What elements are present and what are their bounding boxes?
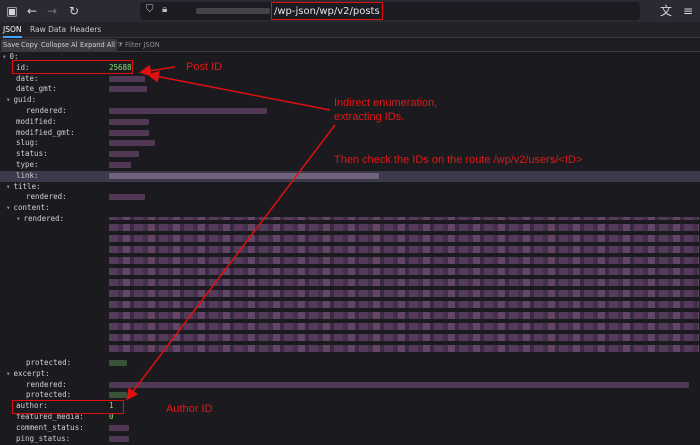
indirect-enumeration-label: Indirect enumeration,: [334, 97, 438, 109]
tree-row-content[interactable]: ▾ content:: [0, 203, 700, 214]
author-id-highlight-box: [12, 400, 124, 414]
collapse-all-button[interactable]: Collapse All: [39, 39, 82, 51]
post-id-highlight-box: [12, 60, 133, 74]
browser-toolbar: ▣ ← → ↻ ⛉ 🔒︎ /wp-json/wp/v2/posts 文 ≡: [0, 0, 700, 22]
key-title: title:: [13, 181, 41, 191]
sidebar-icon[interactable]: ▣: [4, 3, 20, 19]
key-rendered: rendered:: [26, 192, 67, 202]
key-rendered: rendered:: [23, 214, 65, 223]
key-ping-status: ping_status:: [16, 433, 71, 443]
tree-row-title[interactable]: ▾ title:: [0, 182, 700, 193]
redacted-value: [109, 129, 149, 136]
redacted-value: [109, 118, 149, 125]
tab-raw-data[interactable]: Raw Data: [30, 22, 66, 38]
translate-icon[interactable]: 文: [658, 3, 674, 19]
shield-icon[interactable]: ⛉: [146, 4, 154, 15]
key-excerpt: excerpt:: [13, 368, 50, 378]
key-type: type:: [16, 160, 39, 169]
expand-toggle-icon[interactable]: ▾: [6, 203, 11, 212]
redacted-content-block: [109, 217, 699, 352]
copy-button[interactable]: Copy: [19, 39, 40, 51]
expand-all-button[interactable]: Expand All: [78, 39, 117, 51]
filter-placeholder: Filter JSON: [124, 41, 160, 49]
expand-toggle-icon[interactable]: ▾: [16, 214, 21, 223]
key-comment-status: comment_status:: [16, 422, 84, 432]
post-id-label: Post ID: [186, 61, 223, 73]
tab-headers[interactable]: Headers: [70, 22, 101, 38]
expand-toggle-icon[interactable]: ▾: [6, 182, 11, 191]
tree-row-protected[interactable]: protected:: [0, 358, 700, 369]
key-rendered: rendered:: [26, 379, 67, 389]
redacted-value: [109, 424, 129, 431]
redacted-value: [109, 108, 267, 114]
key-rendered: rendered:: [26, 106, 67, 115]
tree-row-title-rendered[interactable]: rendered:: [0, 192, 700, 203]
key-content: content:: [13, 203, 50, 213]
tree-row-excerpt[interactable]: ▾ excerpt:: [0, 369, 700, 380]
tree-row-link[interactable]: link:: [0, 170, 700, 182]
redacted-value: [109, 162, 131, 168]
filter-input[interactable]: ⧩ Filter JSON: [117, 39, 160, 51]
key-date-gmt: date_gmt:: [16, 84, 57, 94]
json-toolbar: Save Copy Collapse All Expand All ⧩ Filt…: [0, 38, 700, 52]
redacted-value: [109, 435, 129, 442]
redacted-value: [109, 360, 127, 366]
lock-icon[interactable]: 🔒︎: [162, 4, 167, 15]
redacted-value: [109, 151, 139, 158]
key-guid: guid:: [13, 95, 37, 105]
redacted-value: [109, 194, 145, 201]
check-route-label: Then check the IDs on the route /wp/v2/u…: [334, 154, 583, 166]
url-path: /wp-json/wp/v2/posts: [271, 2, 383, 20]
key-status: status:: [16, 149, 48, 159]
key-protected: protected:: [26, 358, 72, 367]
redacted-value: [109, 381, 689, 388]
address-bar[interactable]: ⛉ 🔒︎ /wp-json/wp/v2/posts: [140, 2, 640, 20]
reload-icon[interactable]: ↻: [66, 3, 82, 19]
forward-icon[interactable]: →: [44, 3, 60, 19]
key-modified-gmt: modified_gmt:: [16, 127, 75, 137]
author-id-label: Author ID: [166, 403, 213, 415]
tree-row-comment-status[interactable]: comment_status:: [0, 423, 700, 434]
back-icon[interactable]: ←: [24, 3, 40, 19]
key-date: date:: [16, 73, 39, 83]
menu-icon[interactable]: ≡: [680, 3, 696, 19]
redacted-host: [196, 8, 270, 14]
tree-row-date[interactable]: date:: [0, 74, 700, 85]
expand-toggle-icon[interactable]: ▾: [2, 52, 7, 61]
tree-row-date-gmt[interactable]: date_gmt:: [0, 84, 700, 95]
key-link: link:: [16, 170, 39, 180]
tree-row-excerpt-rendered[interactable]: rendered:: [0, 380, 700, 391]
filter-icon: ⧩: [117, 41, 125, 49]
extracting-ids-label: extracting IDs.: [334, 111, 405, 123]
redacted-value: [109, 86, 147, 93]
redacted-value: [109, 392, 127, 399]
tree-row-modified-gmt[interactable]: modified_gmt:: [0, 128, 700, 139]
redacted-value: [109, 172, 379, 179]
redacted-value: [109, 140, 155, 147]
redacted-value: [109, 75, 145, 82]
viewer-tabs: JSON Raw Data Headers: [0, 22, 700, 38]
expand-toggle-icon[interactable]: ▾: [6, 95, 11, 104]
key-modified: modified:: [16, 116, 57, 126]
expand-toggle-icon[interactable]: ▾: [6, 369, 11, 378]
key-slug: slug:: [16, 138, 39, 148]
tab-json[interactable]: JSON: [3, 22, 22, 38]
tree-row-ping-status[interactable]: ping_status:: [0, 434, 700, 445]
tree-row-slug[interactable]: slug:: [0, 138, 700, 149]
